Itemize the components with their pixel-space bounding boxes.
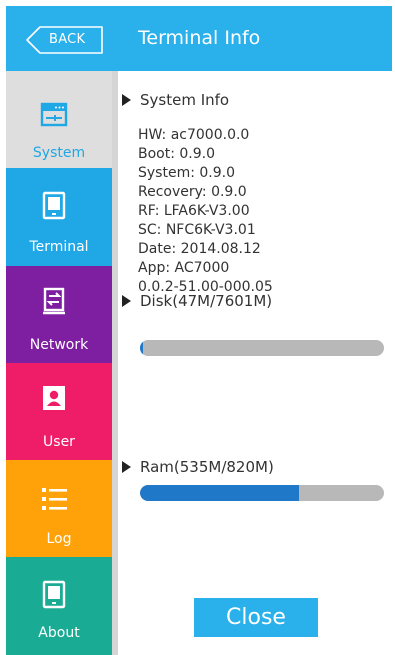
main-content: System Info HW: ac7000.0.0 Boot: 0.9.0 S… bbox=[118, 71, 392, 655]
close-button[interactable]: Close bbox=[194, 598, 318, 637]
log-icon bbox=[42, 488, 67, 510]
sidebar-item-label: About bbox=[38, 625, 80, 641]
ram-heading: Ram(535M/820M) bbox=[122, 458, 274, 476]
ram-label: Ram(535M/820M) bbox=[140, 458, 274, 476]
info-line-rf: RF: LFA6K-V3.00 bbox=[138, 203, 250, 219]
page-title: Terminal Info bbox=[138, 27, 261, 49]
back-button-label: BACK bbox=[49, 32, 86, 47]
expand-arrow-icon bbox=[122, 461, 131, 473]
sidebar-item-system[interactable]: System bbox=[6, 71, 112, 169]
system-info-heading: System Info bbox=[122, 91, 229, 109]
sidebar-item-about[interactable]: About bbox=[6, 557, 112, 655]
info-line-hw: HW: ac7000.0.0 bbox=[138, 127, 250, 143]
terminal-icon bbox=[42, 191, 66, 220]
sidebar-item-label: Log bbox=[46, 531, 72, 547]
info-line-recovery: Recovery: 0.9.0 bbox=[138, 184, 247, 200]
info-line-sc: SC: NFC6K-V3.01 bbox=[138, 222, 256, 238]
header-bar: BACK Terminal Info bbox=[6, 6, 392, 71]
system-info-title: System Info bbox=[140, 91, 230, 109]
sidebar-item-network[interactable]: Network bbox=[6, 266, 112, 364]
sidebar-item-label: Terminal bbox=[29, 239, 89, 255]
sidebar-item-terminal[interactable]: Terminal bbox=[6, 168, 112, 266]
network-icon bbox=[43, 287, 65, 315]
sidebar-item-log[interactable]: Log bbox=[6, 460, 112, 558]
info-line-system: System: 0.9.0 bbox=[138, 165, 235, 181]
disk-usage-bar bbox=[140, 340, 384, 356]
system-info-list: HW: ac7000.0.0 Boot: 0.9.0 System: 0.9.0… bbox=[138, 126, 273, 297]
terminal-info-screen: BACK Terminal Info System Terminal Netwo… bbox=[6, 6, 392, 655]
ram-usage-bar bbox=[140, 485, 384, 501]
sidebar-item-label: System bbox=[32, 145, 86, 161]
disk-heading: Disk(47M/7601M) bbox=[122, 292, 272, 310]
system-icon bbox=[40, 102, 68, 127]
sidebar-item-label: Network bbox=[29, 337, 89, 353]
expand-arrow-icon bbox=[122, 94, 131, 106]
sidebar: System Terminal Network User Log About bbox=[6, 71, 112, 655]
info-line-boot: Boot: 0.9.0 bbox=[138, 146, 216, 162]
ram-usage-fill bbox=[140, 485, 300, 501]
disk-usage-fill bbox=[140, 340, 143, 356]
user-icon bbox=[43, 386, 65, 410]
info-line-date: Date: 2014.08.12 bbox=[138, 241, 261, 257]
back-button[interactable]: BACK bbox=[26, 26, 104, 54]
sidebar-item-label: User bbox=[43, 434, 75, 450]
expand-arrow-icon bbox=[122, 295, 131, 307]
info-line-app: App: AC7000 bbox=[138, 260, 230, 276]
about-icon bbox=[42, 580, 66, 609]
disk-label: Disk(47M/7601M) bbox=[140, 292, 273, 310]
sidebar-item-user[interactable]: User bbox=[6, 363, 112, 461]
